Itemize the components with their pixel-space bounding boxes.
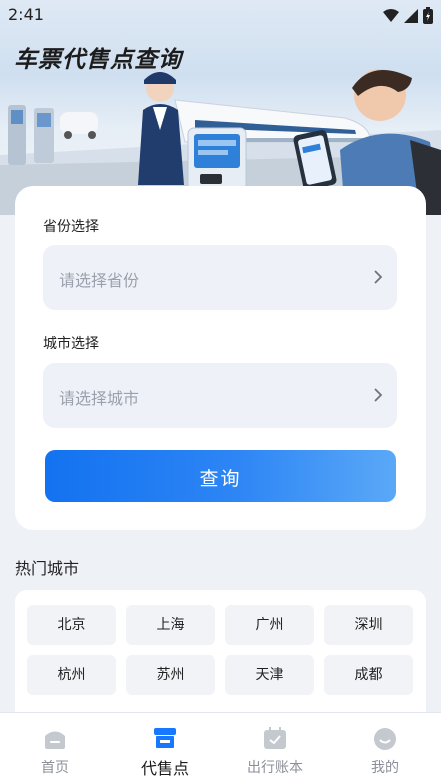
query-button-label: 查询 bbox=[199, 468, 242, 490]
wifi-icon bbox=[383, 8, 399, 22]
status-icons bbox=[383, 7, 433, 24]
city-chip-shenzhen[interactable]: 深圳 bbox=[324, 605, 413, 645]
chevron-right-icon bbox=[374, 270, 383, 284]
hot-cities-title: 热门城市 bbox=[15, 559, 80, 578]
chevron-right-icon bbox=[374, 388, 383, 402]
tab-store-label: 代售点 bbox=[140, 759, 189, 778]
query-button[interactable]: 查询 bbox=[45, 450, 396, 502]
tab-home-label: 首页 bbox=[41, 760, 69, 776]
city-chip-suzhou[interactable]: 苏州 bbox=[126, 655, 215, 695]
hero-banner bbox=[0, 0, 441, 215]
ledger-icon bbox=[264, 727, 286, 749]
city-chip-tianjin[interactable]: 天津 bbox=[225, 655, 314, 695]
tab-profile-label: 我的 bbox=[371, 760, 399, 776]
city-select[interactable]: 请选择城市 bbox=[43, 363, 397, 428]
page-title: 车票代售点查询 bbox=[14, 47, 182, 73]
tab-home[interactable]: 首页 bbox=[0, 713, 110, 784]
status-bar: 2:41 bbox=[0, 0, 441, 30]
city-placeholder: 请选择城市 bbox=[59, 389, 140, 408]
battery-icon bbox=[423, 7, 433, 24]
city-label: 城市选择 bbox=[43, 336, 99, 352]
tab-ledger-label: 出行账本 bbox=[247, 760, 303, 776]
signal-icon bbox=[404, 8, 418, 23]
tab-store[interactable]: 代售点 bbox=[110, 713, 220, 784]
city-chip-beijing[interactable]: 北京 bbox=[27, 605, 116, 645]
city-chip-shanghai[interactable]: 上海 bbox=[126, 605, 215, 645]
home-icon bbox=[45, 731, 65, 749]
province-select[interactable]: 请选择省份 bbox=[43, 245, 397, 310]
profile-icon bbox=[374, 728, 396, 750]
province-placeholder: 请选择省份 bbox=[59, 271, 140, 290]
query-form-card: 省份选择 请选择省份 城市选择 请选择城市 查询 bbox=[15, 186, 426, 530]
tab-profile[interactable]: 我的 bbox=[330, 713, 440, 784]
city-chip-guangzhou[interactable]: 广州 bbox=[225, 605, 314, 645]
city-chip-chengdu[interactable]: 成都 bbox=[324, 655, 413, 695]
city-chip-hangzhou[interactable]: 杭州 bbox=[27, 655, 116, 695]
store-icon bbox=[154, 728, 176, 748]
status-time: 2:41 bbox=[8, 5, 44, 24]
province-label: 省份选择 bbox=[43, 219, 99, 235]
tab-ledger[interactable]: 出行账本 bbox=[220, 713, 330, 784]
bottom-tab-bar: 首页 代售点 出行账本 我的 bbox=[0, 712, 441, 784]
hot-cities-panel: 北京 上海 广州 深圳 杭州 苏州 天津 成都 bbox=[15, 590, 426, 715]
